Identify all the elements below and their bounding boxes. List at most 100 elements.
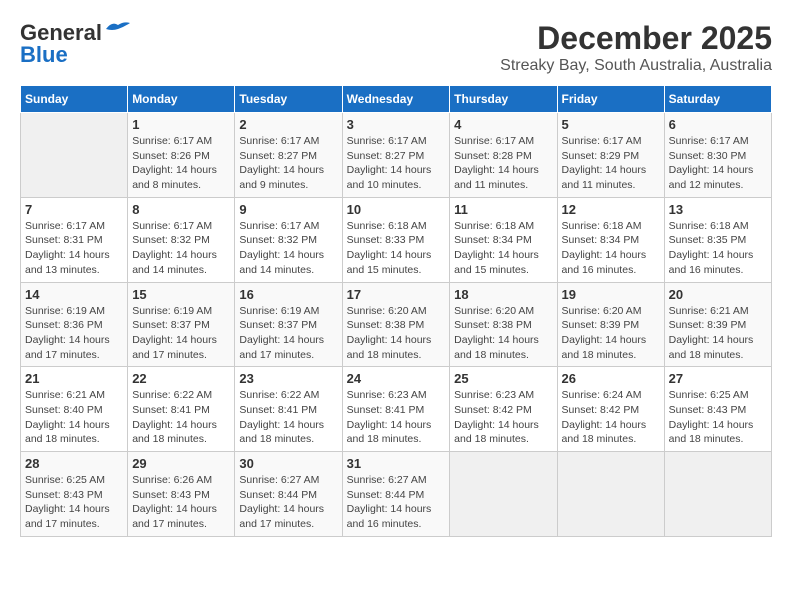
day-info: Sunrise: 6:17 AMSunset: 8:26 PMDaylight:… — [132, 134, 230, 193]
calendar-cell: 10Sunrise: 6:18 AMSunset: 8:33 PMDayligh… — [342, 197, 450, 282]
header-cell-wednesday: Wednesday — [342, 86, 450, 113]
calendar-body: 1 Sunrise: 6:17 AMSunset: 8:26 PMDaylight… — [21, 113, 772, 537]
calendar-cell: 7 Sunrise: 6:17 AMSunset: 8:31 PMDaylight… — [21, 197, 128, 282]
day-info: Sunrise: 6:23 AMSunset: 8:42 PMDaylight:… — [454, 388, 552, 447]
week-row-5: 28 Sunrise: 6:25 AMSunset: 8:43 PMDayligh… — [21, 452, 772, 537]
day-info: Sunrise: 6:18 AMSunset: 8:34 PMDaylight:… — [562, 219, 660, 278]
day-info: Sunrise: 6:17 AMSunset: 8:32 PMDaylight:… — [132, 219, 230, 278]
day-info: Sunrise: 6:20 AMSunset: 8:38 PMDaylight:… — [454, 304, 552, 363]
calendar-cell: 30Sunrise: 6:27 AMSunset: 8:44 PMDayligh… — [235, 452, 342, 537]
day-number: 20 — [669, 287, 767, 302]
week-row-3: 14Sunrise: 6:19 AMSunset: 8:36 PMDayligh… — [21, 282, 772, 367]
calendar-cell: 29 Sunrise: 6:26 AMSunset: 8:43 PMDayligh… — [128, 452, 235, 537]
calendar-cell: 17 Sunrise: 6:20 AMSunset: 8:38 PMDayligh… — [342, 282, 450, 367]
day-number: 13 — [669, 202, 767, 217]
calendar-cell: 16 Sunrise: 6:19 AMSunset: 8:37 PMDayligh… — [235, 282, 342, 367]
day-number: 29 — [132, 456, 230, 471]
day-number: 15 — [132, 287, 230, 302]
header-cell-sunday: Sunday — [21, 86, 128, 113]
day-info: Sunrise: 6:19 AMSunset: 8:36 PMDaylight:… — [25, 304, 123, 363]
calendar-cell: 4 Sunrise: 6:17 AMSunset: 8:28 PMDaylight… — [450, 113, 557, 198]
day-number: 3 — [347, 117, 446, 132]
day-number: 18 — [454, 287, 552, 302]
calendar-cell: 21 Sunrise: 6:21 AMSunset: 8:40 PMDayligh… — [21, 367, 128, 452]
day-number: 25 — [454, 371, 552, 386]
calendar-cell: 13 Sunrise: 6:18 AMSunset: 8:35 PMDayligh… — [664, 197, 771, 282]
day-number: 16 — [239, 287, 337, 302]
day-number: 17 — [347, 287, 446, 302]
calendar-cell: 27Sunrise: 6:25 AMSunset: 8:43 PMDayligh… — [664, 367, 771, 452]
header-cell-friday: Friday — [557, 86, 664, 113]
calendar-cell: 8Sunrise: 6:17 AMSunset: 8:32 PMDaylight… — [128, 197, 235, 282]
day-number: 9 — [239, 202, 337, 217]
day-number: 22 — [132, 371, 230, 386]
header-cell-monday: Monday — [128, 86, 235, 113]
calendar-cell — [557, 452, 664, 537]
calendar-cell: 11 Sunrise: 6:18 AMSunset: 8:34 PMDayligh… — [450, 197, 557, 282]
day-number: 28 — [25, 456, 123, 471]
calendar-cell: 3 Sunrise: 6:17 AMSunset: 8:27 PMDaylight… — [342, 113, 450, 198]
day-number: 11 — [454, 202, 552, 217]
calendar-cell — [664, 452, 771, 537]
day-info: Sunrise: 6:23 AMSunset: 8:41 PMDaylight:… — [347, 388, 446, 447]
logo-blue: Blue — [20, 42, 68, 68]
day-info: Sunrise: 6:25 AMSunset: 8:43 PMDaylight:… — [25, 473, 123, 532]
calendar-cell: 15 Sunrise: 6:19 AMSunset: 8:37 PMDayligh… — [128, 282, 235, 367]
day-number: 19 — [562, 287, 660, 302]
day-number: 21 — [25, 371, 123, 386]
calendar-cell: 5Sunrise: 6:17 AMSunset: 8:29 PMDaylight… — [557, 113, 664, 198]
calendar-title: December 2025 — [500, 20, 772, 57]
week-row-2: 7 Sunrise: 6:17 AMSunset: 8:31 PMDaylight… — [21, 197, 772, 282]
calendar-table: SundayMondayTuesdayWednesdayThursdayFrid… — [20, 85, 772, 537]
day-info: Sunrise: 6:26 AMSunset: 8:43 PMDaylight:… — [132, 473, 230, 532]
calendar-cell: 6Sunrise: 6:17 AMSunset: 8:30 PMDaylight… — [664, 113, 771, 198]
day-info: Sunrise: 6:19 AMSunset: 8:37 PMDaylight:… — [239, 304, 337, 363]
title-block: December 2025 Streaky Bay, South Austral… — [500, 20, 772, 75]
header-cell-saturday: Saturday — [664, 86, 771, 113]
day-info: Sunrise: 6:20 AMSunset: 8:38 PMDaylight:… — [347, 304, 446, 363]
header-cell-thursday: Thursday — [450, 86, 557, 113]
day-info: Sunrise: 6:22 AMSunset: 8:41 PMDaylight:… — [132, 388, 230, 447]
day-info: Sunrise: 6:17 AMSunset: 8:28 PMDaylight:… — [454, 134, 552, 193]
day-info: Sunrise: 6:21 AMSunset: 8:40 PMDaylight:… — [25, 388, 123, 447]
calendar-cell: 19 Sunrise: 6:20 AMSunset: 8:39 PMDayligh… — [557, 282, 664, 367]
day-info: Sunrise: 6:22 AMSunset: 8:41 PMDaylight:… — [239, 388, 337, 447]
day-number: 5 — [562, 117, 660, 132]
day-number: 30 — [239, 456, 337, 471]
day-info: Sunrise: 6:17 AMSunset: 8:27 PMDaylight:… — [239, 134, 337, 193]
calendar-cell: 9Sunrise: 6:17 AMSunset: 8:32 PMDaylight… — [235, 197, 342, 282]
day-number: 7 — [25, 202, 123, 217]
calendar-cell: 1 Sunrise: 6:17 AMSunset: 8:26 PMDaylight… — [128, 113, 235, 198]
header-row: SundayMondayTuesdayWednesdayThursdayFrid… — [21, 86, 772, 113]
calendar-cell: 20Sunrise: 6:21 AMSunset: 8:39 PMDayligh… — [664, 282, 771, 367]
day-number: 26 — [562, 371, 660, 386]
calendar-cell: 14Sunrise: 6:19 AMSunset: 8:36 PMDayligh… — [21, 282, 128, 367]
logo: General Blue — [20, 20, 132, 68]
day-info: Sunrise: 6:24 AMSunset: 8:42 PMDaylight:… — [562, 388, 660, 447]
day-info: Sunrise: 6:18 AMSunset: 8:33 PMDaylight:… — [347, 219, 446, 278]
day-number: 24 — [347, 371, 446, 386]
day-info: Sunrise: 6:17 AMSunset: 8:27 PMDaylight:… — [347, 134, 446, 193]
day-number: 2 — [239, 117, 337, 132]
day-info: Sunrise: 6:19 AMSunset: 8:37 PMDaylight:… — [132, 304, 230, 363]
calendar-cell — [21, 113, 128, 198]
week-row-1: 1 Sunrise: 6:17 AMSunset: 8:26 PMDaylight… — [21, 113, 772, 198]
day-info: Sunrise: 6:17 AMSunset: 8:31 PMDaylight:… — [25, 219, 123, 278]
calendar-cell: 12 Sunrise: 6:18 AMSunset: 8:34 PMDayligh… — [557, 197, 664, 282]
day-number: 12 — [562, 202, 660, 217]
calendar-cell: 25 Sunrise: 6:23 AMSunset: 8:42 PMDayligh… — [450, 367, 557, 452]
calendar-cell: 24 Sunrise: 6:23 AMSunset: 8:41 PMDayligh… — [342, 367, 450, 452]
calendar-cell: 22 Sunrise: 6:22 AMSunset: 8:41 PMDayligh… — [128, 367, 235, 452]
day-number: 4 — [454, 117, 552, 132]
calendar-cell: 26 Sunrise: 6:24 AMSunset: 8:42 PMDayligh… — [557, 367, 664, 452]
day-info: Sunrise: 6:18 AMSunset: 8:35 PMDaylight:… — [669, 219, 767, 278]
calendar-cell: 2 Sunrise: 6:17 AMSunset: 8:27 PMDaylight… — [235, 113, 342, 198]
day-number: 1 — [132, 117, 230, 132]
day-info: Sunrise: 6:27 AMSunset: 8:44 PMDaylight:… — [347, 473, 446, 532]
calendar-cell: 23Sunrise: 6:22 AMSunset: 8:41 PMDayligh… — [235, 367, 342, 452]
day-info: Sunrise: 6:18 AMSunset: 8:34 PMDaylight:… — [454, 219, 552, 278]
day-info: Sunrise: 6:17 AMSunset: 8:30 PMDaylight:… — [669, 134, 767, 193]
logo-bird-icon — [104, 19, 132, 39]
day-number: 27 — [669, 371, 767, 386]
day-info: Sunrise: 6:20 AMSunset: 8:39 PMDaylight:… — [562, 304, 660, 363]
